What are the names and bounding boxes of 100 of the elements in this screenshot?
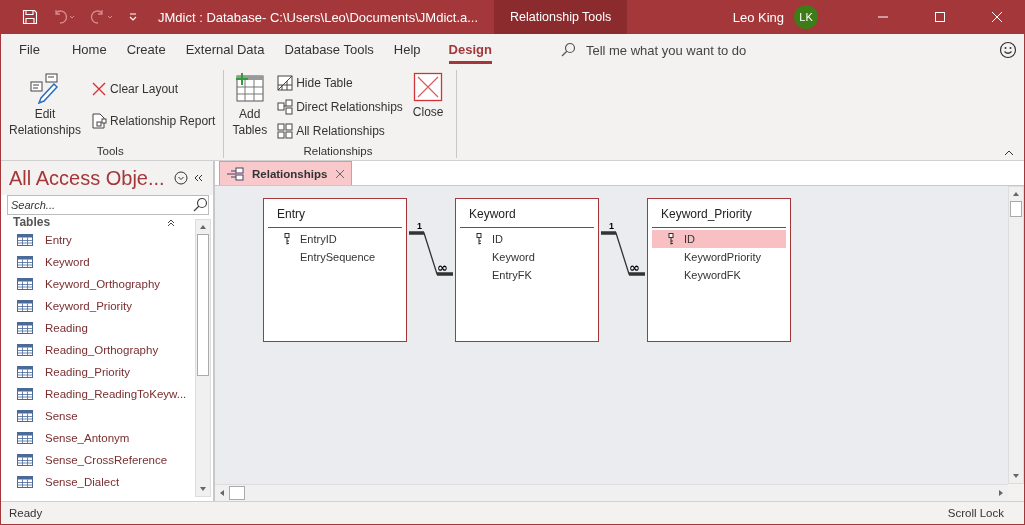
add-table-icon [233, 72, 266, 104]
status-indicator: Scroll Lock [947, 507, 1004, 519]
ribbon-tab[interactable]: Help [393, 36, 421, 64]
ribbon-button[interactable]: All Relationships [277, 120, 403, 142]
key-icon [668, 233, 674, 245]
redo-icon[interactable] [90, 9, 114, 25]
scroll-thumb[interactable] [1010, 201, 1022, 217]
relationship-line[interactable] [599, 231, 647, 276]
key-icon [284, 233, 290, 245]
table-icon [17, 476, 33, 488]
ribbon-button[interactable]: Edit Relationships [5, 70, 86, 145]
ribbon-tab[interactable]: External Data [185, 36, 265, 64]
status-text: Ready [9, 507, 43, 519]
table-icon [17, 278, 33, 290]
x-icon [91, 81, 108, 97]
table-list-item[interactable]: Keyword [1, 251, 90, 273]
table-list-item[interactable]: Sense_Antonym [1, 427, 130, 449]
ribbon-tab[interactable]: Design [448, 36, 492, 64]
collapse-group-icon[interactable] [167, 218, 175, 226]
ribbon-button[interactable]: Hide Table [277, 72, 403, 94]
direct-relationships-icon [277, 99, 294, 115]
ribbon-button[interactable]: Direct Relationships [277, 96, 403, 118]
field-row[interactable]: ID [652, 230, 786, 248]
collapse-ribbon-icon[interactable] [1004, 150, 1014, 156]
ribbon-tab[interactable]: Database Tools [284, 36, 374, 64]
field-row[interactable]: KeywordPriority [652, 248, 786, 266]
table-icon [17, 322, 33, 334]
many-label: ∞ [437, 260, 448, 275]
field-row[interactable]: EntryFK [460, 266, 594, 284]
ribbon-button[interactable]: Clear Layout [91, 78, 216, 100]
table-icon [17, 234, 33, 246]
table-title: Entry [276, 206, 305, 223]
scroll-thumb[interactable] [197, 234, 209, 376]
field-row[interactable]: Keyword [460, 248, 594, 266]
table-title: Keyword [468, 206, 516, 223]
document-tab[interactable]: Relationships [219, 161, 353, 185]
undo-icon[interactable] [52, 9, 76, 25]
table-icon [17, 300, 33, 312]
maximize-icon[interactable] [934, 11, 946, 23]
field-row[interactable]: EntrySequence [268, 248, 402, 266]
dropdown-icon[interactable] [173, 171, 188, 185]
one-label: 1 [609, 221, 614, 231]
search-field[interactable]: Search... [7, 195, 209, 215]
ribbon-tab[interactable]: File [19, 36, 40, 64]
group-label: Relationships [303, 145, 373, 158]
scroll-bar[interactable] [195, 219, 211, 497]
ribbon-button[interactable]: Close [408, 70, 448, 145]
table-icon [17, 454, 33, 466]
table-box[interactable]: Keyword ID Keyword EntryFK [455, 198, 599, 342]
table-list-item[interactable]: Reading_ReadingToKeyw... [1, 383, 187, 405]
table-list-item[interactable]: Sense_Dialect [1, 471, 120, 493]
table-list-item[interactable]: Keyword_Orthography [1, 273, 161, 295]
scroll-thumb[interactable] [229, 486, 245, 500]
hide-table-icon [277, 75, 294, 91]
table-icon [17, 256, 33, 268]
search-icon[interactable] [192, 197, 208, 213]
report-icon [91, 113, 108, 129]
all-relationships-icon [277, 123, 294, 139]
ribbon-tab[interactable]: Create [126, 36, 166, 64]
table-icon [17, 410, 33, 422]
edit-pencil-icon [29, 72, 61, 104]
close-tab-icon[interactable] [335, 168, 346, 179]
table-list-item[interactable]: Entry [1, 229, 72, 251]
one-label: 1 [417, 221, 422, 231]
ribbon-button[interactable]: Add Tables [228, 70, 272, 145]
table-list-item[interactable]: Reading_Priority [1, 361, 130, 383]
user-avatar[interactable]: LK [794, 5, 818, 29]
close-icon [413, 72, 444, 102]
ribbon-tab[interactable]: Home [71, 36, 107, 64]
tell-me-field[interactable]: Tell me what you want to do [585, 42, 747, 58]
user-name[interactable]: Leo King [732, 9, 784, 25]
table-list-item[interactable]: Reading [1, 317, 88, 339]
relationships-icon [226, 166, 244, 181]
table-list-item[interactable]: Sense [1, 405, 78, 427]
table-box[interactable]: Keyword_Priority ID KeywordPriority KeywordFK [647, 198, 791, 342]
context-tab-label: Relationship Tools [494, 0, 628, 34]
table-list-item[interactable]: Reading_Orthography [1, 339, 159, 361]
close-icon[interactable] [991, 11, 1003, 23]
table-list-item[interactable]: Keyword_Priority [1, 295, 132, 317]
search-icon[interactable] [559, 42, 576, 58]
table-icon [17, 344, 33, 356]
field-row[interactable]: ID [460, 230, 594, 248]
relationship-line[interactable] [407, 231, 455, 276]
scroll-bar[interactable] [215, 484, 1008, 501]
table-list-item[interactable]: Sense_CrossReference [1, 449, 168, 471]
field-row[interactable]: KeywordFK [652, 266, 786, 284]
window-title: JMdict : Database- C:\Users\Leo\Documents\JMdict.a... [158, 9, 479, 25]
ribbon-button[interactable]: Relationship Report [91, 110, 216, 132]
key-icon [476, 233, 482, 245]
save-icon[interactable] [22, 9, 38, 25]
group-heading[interactable]: Tables [13, 215, 51, 229]
field-row[interactable]: EntryID [268, 230, 402, 248]
customize-caret-icon[interactable] [128, 12, 138, 22]
table-box[interactable]: Entry EntryID EntrySequence [263, 198, 407, 342]
smiley-icon[interactable] [999, 41, 1017, 59]
many-label: ∞ [629, 260, 640, 275]
group-label: Tools [96, 145, 124, 158]
collapse-pane-icon[interactable] [192, 173, 203, 183]
scroll-bar[interactable] [1008, 186, 1024, 484]
table-title: Keyword_Priority [660, 206, 752, 223]
